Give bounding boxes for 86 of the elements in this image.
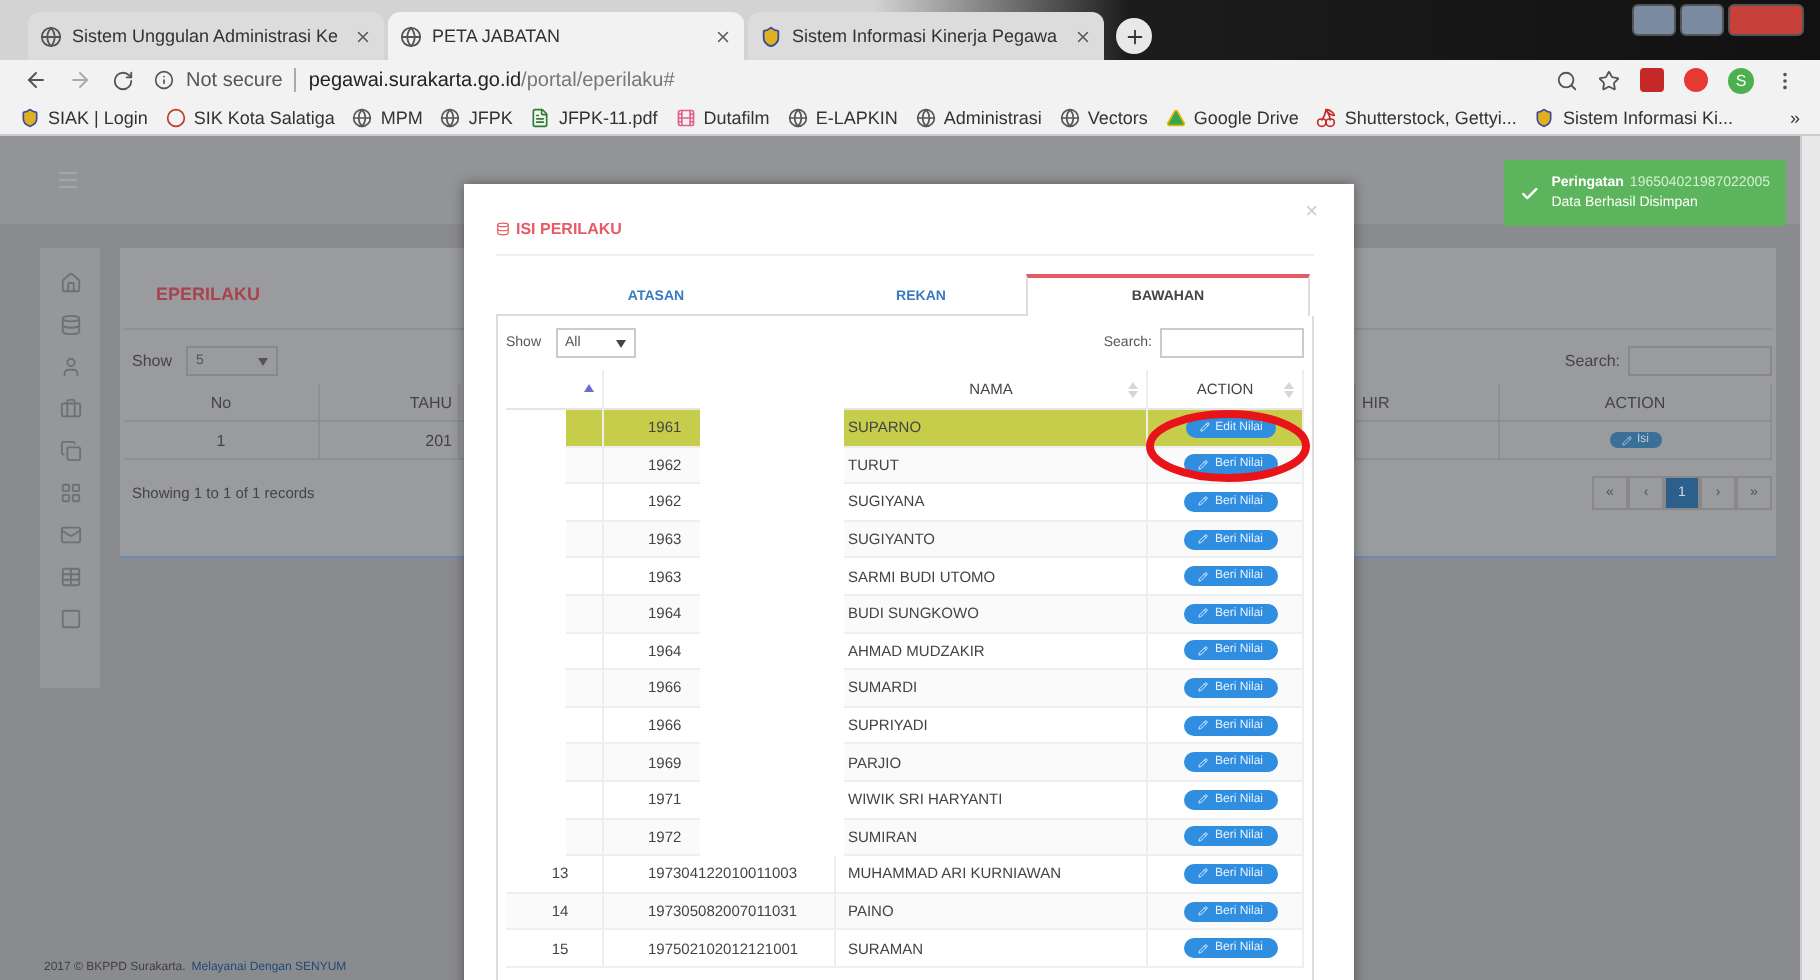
pencil-icon [1621,435,1631,445]
browser-tab[interactable]: Sistem Unggulan Administrasi Ke [28,12,384,60]
globe-icon [787,107,808,127]
globe-icon [352,107,373,127]
sidebar-icon[interactable] [59,314,81,336]
globe-icon [440,107,461,127]
globe-icon [1059,107,1080,127]
shield-icon [760,25,782,47]
maximize-button[interactable] [1680,4,1724,36]
browser-tab[interactable]: Sistem Informasi Kinerja Pegawa [748,12,1104,60]
show-label: Show [132,352,173,370]
table-header[interactable]: No [124,384,320,422]
circle-icon [165,107,186,127]
adblock-extension-icon[interactable] [1684,68,1708,92]
globe-icon [915,107,936,127]
pencil-icon [1198,496,1209,507]
pencil-icon [1199,422,1210,433]
document-icon [530,107,551,127]
table-header[interactable]: HIR [1356,384,1500,422]
bookmark-link[interactable]: Shutterstock, Gettyi... [1316,107,1517,127]
pencil-icon [1198,645,1209,656]
globe-icon [400,25,422,47]
bookmark-link[interactable]: E-LAPKIN [787,107,898,127]
profile-avatar[interactable]: S [1728,67,1754,93]
back-icon[interactable] [24,68,48,92]
bookmark-link[interactable]: JFPK-11.pdf [530,107,658,127]
bookmark-link[interactable]: SIAK | Login [20,107,148,127]
sidebar-icon[interactable] [59,440,81,462]
address-bar[interactable]: Not secure pegawai.surakarta.go.id/portal/eperilaku# [154,62,1536,98]
table-cell: 1 [124,422,320,460]
plus-icon [1123,25,1145,47]
scrollbar[interactable] [1800,136,1820,980]
pencil-icon [1198,571,1209,582]
pencil-icon [1198,906,1209,917]
bookmark-link[interactable]: MPM [352,107,423,127]
pencil-icon [1198,757,1209,768]
bookmark-link[interactable]: Administrasi [915,107,1042,127]
search-label: Search: [1564,352,1620,370]
bookmark-link[interactable]: Sistem Informasi Ki... [1534,107,1733,127]
pencil-icon [1198,459,1209,470]
pencil-icon [1198,831,1209,842]
sidebar-icon[interactable] [59,608,81,630]
pencil-icon [1198,682,1209,693]
sidebar-icon[interactable] [59,356,81,378]
database-icon [496,222,510,236]
close-icon[interactable] [714,27,732,45]
pencil-icon [1198,720,1209,731]
bookmark-link[interactable]: SIK Kota Salatiga [165,107,335,127]
bookmark-link[interactable]: Vectors [1059,107,1148,127]
bookmark-link[interactable]: JFPK [440,107,513,127]
caret-icon [615,339,626,347]
pencil-icon [1198,868,1209,879]
shield-icon [20,107,40,127]
reload-icon[interactable] [112,69,134,91]
pencil-icon [1198,943,1209,954]
triangle-icon [1165,107,1186,127]
sidebar-icon[interactable] [59,566,81,588]
sidebar-icon[interactable] [59,272,81,294]
pencil-icon [1198,534,1209,545]
sidebar-icon[interactable] [59,524,81,546]
pencil-icon [1198,608,1209,619]
sidebar-icon[interactable] [59,398,81,420]
star-icon[interactable] [1598,69,1620,91]
bookmark-link[interactable]: Dutafilm [675,107,770,127]
cherry-icon [1316,107,1337,127]
bookmarks-overflow[interactable]: » [1789,107,1800,127]
flash-extension-icon[interactable] [1640,68,1664,92]
bookmark-link[interactable]: Google Drive [1165,107,1299,127]
browser-tab[interactable]: PETA JABATAN [388,12,744,60]
globe-icon [40,25,62,47]
close-icon[interactable] [354,27,372,45]
table-header[interactable]: TAHU [320,384,460,422]
pencil-icon [1198,794,1209,805]
info-icon [154,70,174,90]
table-header[interactable]: ACTION [1500,384,1772,422]
search-field[interactable] [1160,328,1304,358]
film-icon [675,107,696,127]
table-cell: 201 [320,422,460,460]
new-tab-button[interactable] [1116,18,1152,54]
sidebar-icon[interactable] [59,482,81,504]
minimize-button[interactable] [1632,4,1676,36]
forward-icon[interactable] [68,68,92,92]
shield-icon [1534,107,1555,127]
close-icon[interactable] [1074,27,1092,45]
zoom-icon[interactable] [1556,69,1578,91]
caret-icon [258,357,269,365]
